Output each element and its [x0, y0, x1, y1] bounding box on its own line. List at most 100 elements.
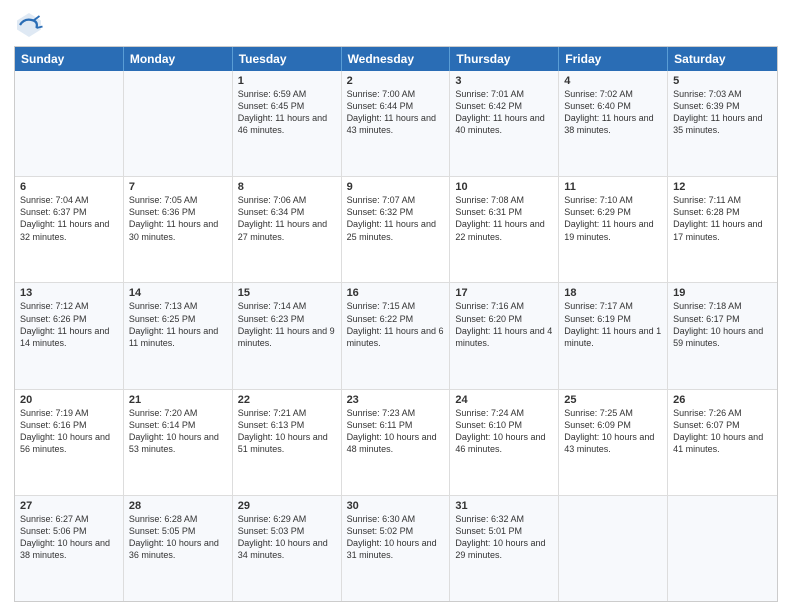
- calendar-row-5: 27Sunrise: 6:27 AMSunset: 5:06 PMDayligh…: [15, 496, 777, 601]
- day-number: 25: [564, 394, 662, 406]
- calendar-cell-7: 7Sunrise: 7:05 AMSunset: 6:36 PMDaylight…: [124, 177, 233, 282]
- day-info: Sunrise: 7:23 AMSunset: 6:11 PMDaylight:…: [347, 407, 445, 456]
- calendar-cell-empty-4-5: [559, 496, 668, 601]
- calendar-row-1: 1Sunrise: 6:59 AMSunset: 6:45 PMDaylight…: [15, 71, 777, 177]
- day-info: Sunrise: 7:06 AMSunset: 6:34 PMDaylight:…: [238, 194, 336, 243]
- calendar-row-4: 20Sunrise: 7:19 AMSunset: 6:16 PMDayligh…: [15, 390, 777, 496]
- calendar-cell-12: 12Sunrise: 7:11 AMSunset: 6:28 PMDayligh…: [668, 177, 777, 282]
- day-info: Sunrise: 7:25 AMSunset: 6:09 PMDaylight:…: [564, 407, 662, 456]
- calendar-cell-10: 10Sunrise: 7:08 AMSunset: 6:31 PMDayligh…: [450, 177, 559, 282]
- weekday-header-monday: Monday: [124, 47, 233, 71]
- calendar-cell-empty-0-1: [124, 71, 233, 176]
- logo: [14, 10, 48, 40]
- weekday-header-tuesday: Tuesday: [233, 47, 342, 71]
- day-number: 19: [673, 287, 772, 299]
- calendar-cell-16: 16Sunrise: 7:15 AMSunset: 6:22 PMDayligh…: [342, 283, 451, 388]
- day-info: Sunrise: 7:21 AMSunset: 6:13 PMDaylight:…: [238, 407, 336, 456]
- day-info: Sunrise: 7:07 AMSunset: 6:32 PMDaylight:…: [347, 194, 445, 243]
- calendar-cell-1: 1Sunrise: 6:59 AMSunset: 6:45 PMDaylight…: [233, 71, 342, 176]
- calendar-cell-23: 23Sunrise: 7:23 AMSunset: 6:11 PMDayligh…: [342, 390, 451, 495]
- day-number: 20: [20, 394, 118, 406]
- calendar-cell-30: 30Sunrise: 6:30 AMSunset: 5:02 PMDayligh…: [342, 496, 451, 601]
- day-number: 13: [20, 287, 118, 299]
- calendar-cell-17: 17Sunrise: 7:16 AMSunset: 6:20 PMDayligh…: [450, 283, 559, 388]
- calendar-cell-20: 20Sunrise: 7:19 AMSunset: 6:16 PMDayligh…: [15, 390, 124, 495]
- calendar: SundayMondayTuesdayWednesdayThursdayFrid…: [14, 46, 778, 602]
- day-info: Sunrise: 7:11 AMSunset: 6:28 PMDaylight:…: [673, 194, 772, 243]
- calendar-cell-25: 25Sunrise: 7:25 AMSunset: 6:09 PMDayligh…: [559, 390, 668, 495]
- day-info: Sunrise: 6:30 AMSunset: 5:02 PMDaylight:…: [347, 513, 445, 562]
- day-info: Sunrise: 7:10 AMSunset: 6:29 PMDaylight:…: [564, 194, 662, 243]
- day-info: Sunrise: 6:32 AMSunset: 5:01 PMDaylight:…: [455, 513, 553, 562]
- calendar-row-3: 13Sunrise: 7:12 AMSunset: 6:26 PMDayligh…: [15, 283, 777, 389]
- day-info: Sunrise: 7:01 AMSunset: 6:42 PMDaylight:…: [455, 88, 553, 137]
- day-number: 7: [129, 181, 227, 193]
- weekday-header-sunday: Sunday: [15, 47, 124, 71]
- day-number: 31: [455, 500, 553, 512]
- calendar-cell-6: 6Sunrise: 7:04 AMSunset: 6:37 PMDaylight…: [15, 177, 124, 282]
- day-info: Sunrise: 7:00 AMSunset: 6:44 PMDaylight:…: [347, 88, 445, 137]
- weekday-header-friday: Friday: [559, 47, 668, 71]
- calendar-cell-2: 2Sunrise: 7:00 AMSunset: 6:44 PMDaylight…: [342, 71, 451, 176]
- header: [14, 10, 778, 40]
- calendar-cell-8: 8Sunrise: 7:06 AMSunset: 6:34 PMDaylight…: [233, 177, 342, 282]
- day-number: 4: [564, 75, 662, 87]
- weekday-header-thursday: Thursday: [450, 47, 559, 71]
- day-number: 8: [238, 181, 336, 193]
- day-info: Sunrise: 7:12 AMSunset: 6:26 PMDaylight:…: [20, 300, 118, 349]
- calendar-cell-21: 21Sunrise: 7:20 AMSunset: 6:14 PMDayligh…: [124, 390, 233, 495]
- calendar-cell-26: 26Sunrise: 7:26 AMSunset: 6:07 PMDayligh…: [668, 390, 777, 495]
- day-number: 14: [129, 287, 227, 299]
- calendar-cell-11: 11Sunrise: 7:10 AMSunset: 6:29 PMDayligh…: [559, 177, 668, 282]
- calendar-cell-27: 27Sunrise: 6:27 AMSunset: 5:06 PMDayligh…: [15, 496, 124, 601]
- day-info: Sunrise: 7:26 AMSunset: 6:07 PMDaylight:…: [673, 407, 772, 456]
- day-info: Sunrise: 7:20 AMSunset: 6:14 PMDaylight:…: [129, 407, 227, 456]
- weekday-header-saturday: Saturday: [668, 47, 777, 71]
- day-number: 24: [455, 394, 553, 406]
- day-number: 30: [347, 500, 445, 512]
- day-number: 18: [564, 287, 662, 299]
- day-info: Sunrise: 7:05 AMSunset: 6:36 PMDaylight:…: [129, 194, 227, 243]
- day-info: Sunrise: 6:29 AMSunset: 5:03 PMDaylight:…: [238, 513, 336, 562]
- day-info: Sunrise: 7:18 AMSunset: 6:17 PMDaylight:…: [673, 300, 772, 349]
- weekday-header-wednesday: Wednesday: [342, 47, 451, 71]
- day-info: Sunrise: 7:17 AMSunset: 6:19 PMDaylight:…: [564, 300, 662, 349]
- day-info: Sunrise: 7:16 AMSunset: 6:20 PMDaylight:…: [455, 300, 553, 349]
- day-number: 1: [238, 75, 336, 87]
- calendar-cell-4: 4Sunrise: 7:02 AMSunset: 6:40 PMDaylight…: [559, 71, 668, 176]
- day-number: 15: [238, 287, 336, 299]
- calendar-cell-29: 29Sunrise: 6:29 AMSunset: 5:03 PMDayligh…: [233, 496, 342, 601]
- calendar-cell-28: 28Sunrise: 6:28 AMSunset: 5:05 PMDayligh…: [124, 496, 233, 601]
- day-number: 29: [238, 500, 336, 512]
- calendar-row-2: 6Sunrise: 7:04 AMSunset: 6:37 PMDaylight…: [15, 177, 777, 283]
- calendar-cell-15: 15Sunrise: 7:14 AMSunset: 6:23 PMDayligh…: [233, 283, 342, 388]
- day-info: Sunrise: 7:24 AMSunset: 6:10 PMDaylight:…: [455, 407, 553, 456]
- day-number: 16: [347, 287, 445, 299]
- calendar-cell-9: 9Sunrise: 7:07 AMSunset: 6:32 PMDaylight…: [342, 177, 451, 282]
- day-info: Sunrise: 6:59 AMSunset: 6:45 PMDaylight:…: [238, 88, 336, 137]
- calendar-cell-5: 5Sunrise: 7:03 AMSunset: 6:39 PMDaylight…: [668, 71, 777, 176]
- calendar-cell-18: 18Sunrise: 7:17 AMSunset: 6:19 PMDayligh…: [559, 283, 668, 388]
- day-number: 28: [129, 500, 227, 512]
- day-info: Sunrise: 7:03 AMSunset: 6:39 PMDaylight:…: [673, 88, 772, 137]
- calendar-cell-3: 3Sunrise: 7:01 AMSunset: 6:42 PMDaylight…: [450, 71, 559, 176]
- day-number: 26: [673, 394, 772, 406]
- day-info: Sunrise: 6:27 AMSunset: 5:06 PMDaylight:…: [20, 513, 118, 562]
- day-info: Sunrise: 7:02 AMSunset: 6:40 PMDaylight:…: [564, 88, 662, 137]
- day-info: Sunrise: 7:14 AMSunset: 6:23 PMDaylight:…: [238, 300, 336, 349]
- day-number: 3: [455, 75, 553, 87]
- day-number: 11: [564, 181, 662, 193]
- calendar-body: 1Sunrise: 6:59 AMSunset: 6:45 PMDaylight…: [15, 71, 777, 601]
- day-number: 12: [673, 181, 772, 193]
- calendar-cell-empty-0-0: [15, 71, 124, 176]
- day-number: 17: [455, 287, 553, 299]
- day-info: Sunrise: 7:15 AMSunset: 6:22 PMDaylight:…: [347, 300, 445, 349]
- day-number: 27: [20, 500, 118, 512]
- day-info: Sunrise: 7:08 AMSunset: 6:31 PMDaylight:…: [455, 194, 553, 243]
- calendar-cell-31: 31Sunrise: 6:32 AMSunset: 5:01 PMDayligh…: [450, 496, 559, 601]
- calendar-cell-empty-4-6: [668, 496, 777, 601]
- day-info: Sunrise: 6:28 AMSunset: 5:05 PMDaylight:…: [129, 513, 227, 562]
- calendar-cell-14: 14Sunrise: 7:13 AMSunset: 6:25 PMDayligh…: [124, 283, 233, 388]
- day-info: Sunrise: 7:04 AMSunset: 6:37 PMDaylight:…: [20, 194, 118, 243]
- calendar-cell-19: 19Sunrise: 7:18 AMSunset: 6:17 PMDayligh…: [668, 283, 777, 388]
